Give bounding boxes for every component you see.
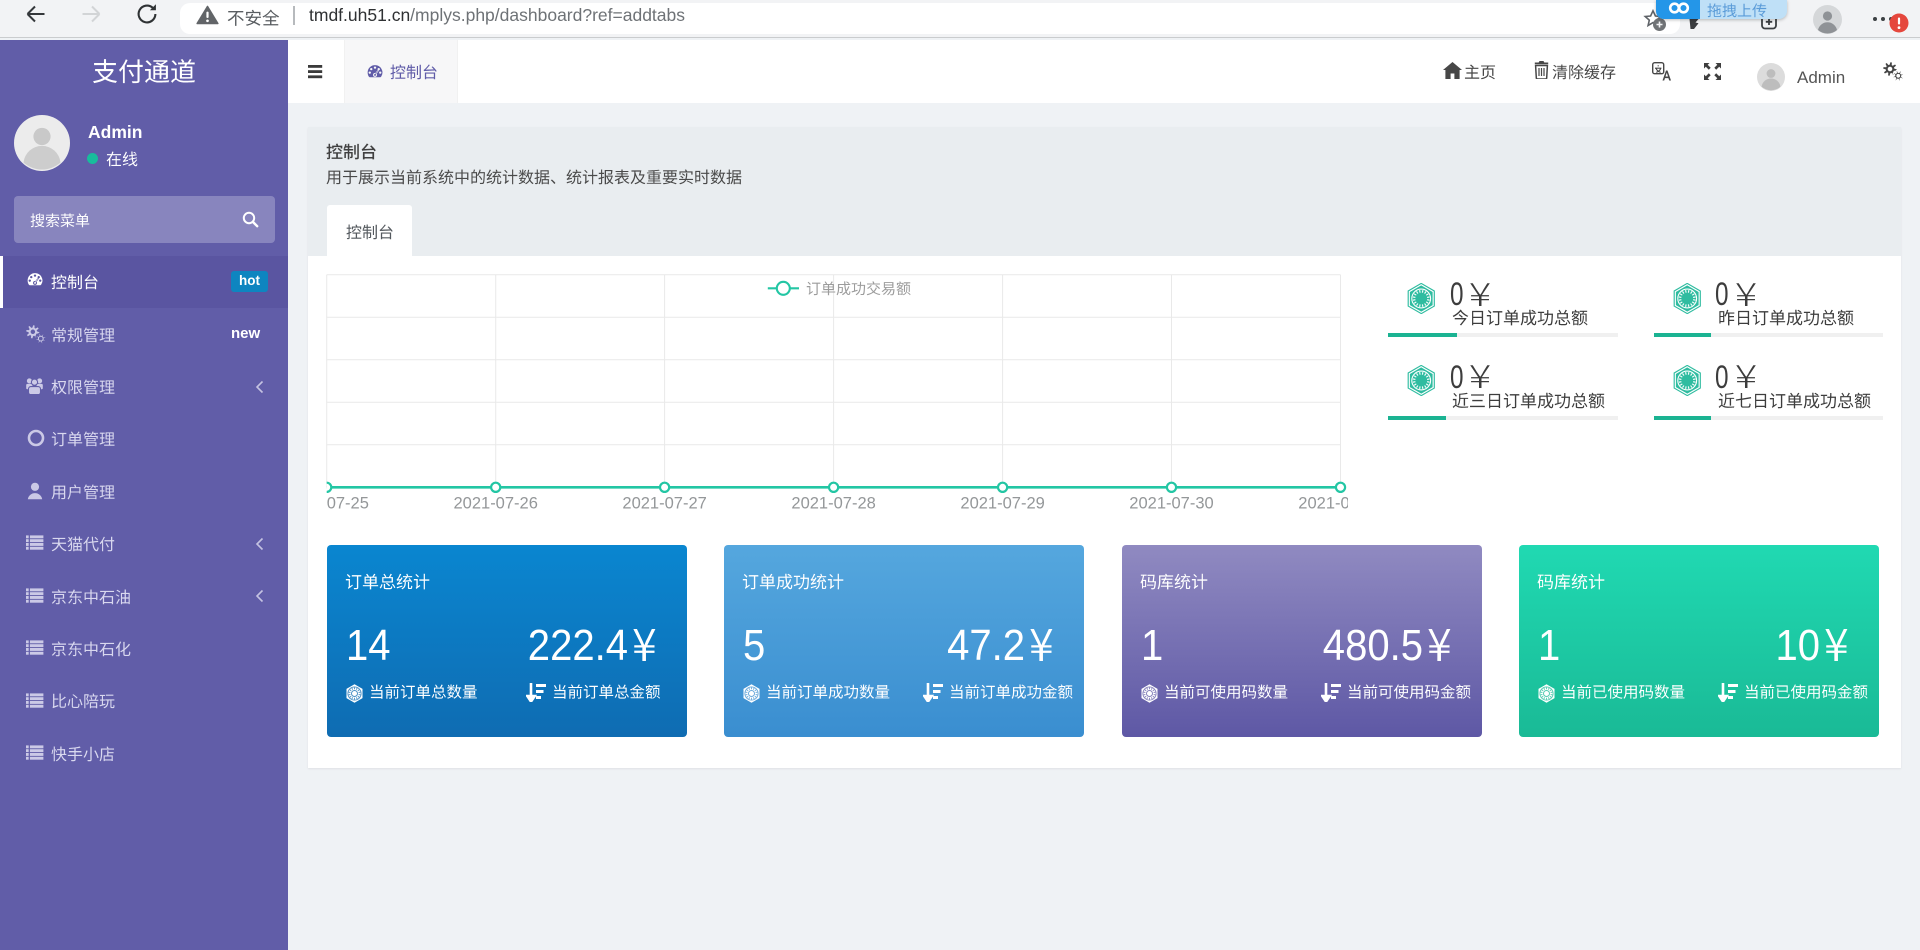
svg-text:2021-07-27: 2021-07-27	[622, 494, 706, 512]
svg-text:2021-07-28: 2021-07-28	[791, 494, 875, 512]
svg-text:2021-07-31: 2021-07-31	[1298, 494, 1348, 512]
svg-text:2021-07-29: 2021-07-29	[960, 494, 1044, 512]
svg-text:2021-07-26: 2021-07-26	[453, 494, 537, 512]
svg-text:07-25: 07-25	[327, 494, 369, 512]
svg-text:2021-07-30: 2021-07-30	[1129, 494, 1213, 512]
